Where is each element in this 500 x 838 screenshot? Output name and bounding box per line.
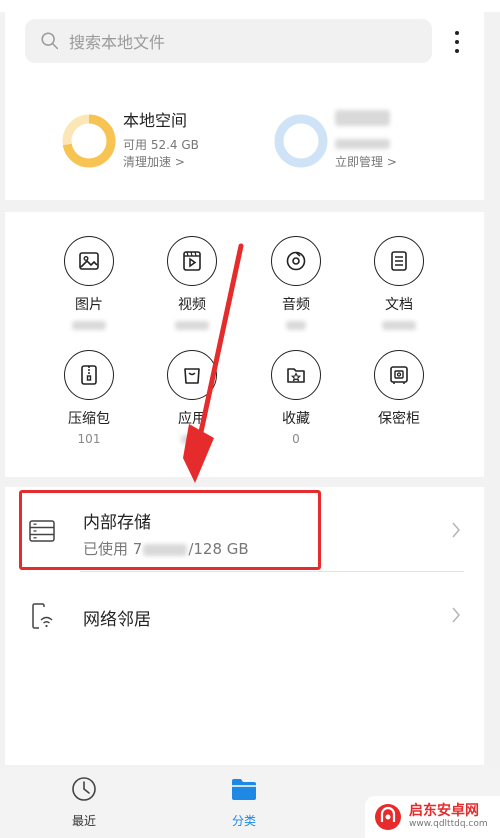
- category-label: 保密柜: [378, 411, 420, 427]
- zip-icon: [81, 365, 97, 385]
- tab-recent-label: 最近: [71, 814, 96, 828]
- clock-icon: [72, 777, 96, 801]
- category-count-redacted: [256, 318, 336, 332]
- favorite-icon: [287, 368, 305, 383]
- watermark-url: www.qdlttdq.com: [409, 818, 488, 829]
- watermark-site-name: 启东安卓网: [409, 803, 479, 820]
- category-images[interactable]: 图片: [49, 236, 129, 332]
- category-label: 文档: [385, 297, 413, 313]
- folder-icon: [232, 779, 256, 800]
- watermark-logo-icon: [375, 804, 401, 830]
- annotation-highlight-box: [19, 490, 321, 570]
- local-storage-available: 可用 52.4 GB: [123, 138, 199, 152]
- category-label: 视频: [178, 297, 206, 313]
- category-apps[interactable]: 应用: [152, 350, 232, 446]
- category-count: 0: [292, 432, 300, 446]
- safe-icon: [390, 366, 408, 384]
- cloud-storage-card[interactable]: 立即管理 >: [272, 100, 472, 180]
- row-divider: [80, 571, 464, 572]
- category-label: 收藏: [282, 411, 310, 427]
- category-label: 压缩包: [68, 411, 110, 427]
- network-neighbors-row[interactable]: 网络邻居: [5, 575, 484, 655]
- category-count-redacted: [152, 318, 232, 332]
- chevron-right-icon: [452, 522, 460, 538]
- category-safe[interactable]: 保密柜: [359, 350, 439, 428]
- video-icon: [183, 251, 201, 271]
- tab-recent[interactable]: 最近: [44, 774, 124, 829]
- search-placeholder: 搜索本地文件: [69, 33, 166, 52]
- local-storage-card[interactable]: 本地空间 可用 52.4 GB 清理加速 >: [60, 100, 260, 180]
- category-count: 101: [77, 432, 101, 446]
- category-count-redacted: [152, 432, 232, 446]
- category-archives[interactable]: 压缩包 101: [49, 350, 129, 446]
- audio-icon: [286, 251, 306, 271]
- tab-category[interactable]: 分类: [204, 774, 284, 829]
- clean-boost-link[interactable]: 清理加速 >: [123, 153, 185, 170]
- category-label: 应用: [178, 411, 206, 427]
- category-favorites[interactable]: 收藏 0: [256, 350, 336, 446]
- search-icon: [41, 32, 59, 50]
- category-count-redacted: [359, 318, 439, 332]
- category-label: 音频: [282, 297, 310, 313]
- network-device-icon: [32, 603, 53, 629]
- network-neighbors-title: 网络邻居: [83, 610, 151, 630]
- local-storage-ring-icon: [62, 114, 116, 168]
- site-watermark: 启东安卓网 www.qdlttdq.com: [365, 796, 500, 838]
- manage-now-link[interactable]: 立即管理 >: [335, 153, 397, 170]
- app-icon: [184, 368, 200, 384]
- local-storage-title: 本地空间: [123, 111, 188, 130]
- more-menu-button[interactable]: [446, 24, 468, 60]
- chevron-right-icon: [452, 607, 460, 623]
- category-audio[interactable]: 音频: [256, 236, 336, 332]
- category-count-redacted: [49, 318, 129, 332]
- document-icon: [391, 251, 407, 271]
- image-icon: [79, 252, 99, 270]
- category-label: 图片: [75, 297, 103, 313]
- tab-category-label: 分类: [231, 814, 256, 828]
- cloud-storage-title-redacted: [335, 107, 390, 126]
- cloud-storage-ring-icon: [274, 114, 328, 168]
- category-documents[interactable]: 文档: [359, 236, 439, 332]
- search-bar[interactable]: 搜索本地文件: [25, 19, 432, 63]
- category-videos[interactable]: 视频: [152, 236, 232, 332]
- cloud-storage-available-redacted: [335, 136, 390, 150]
